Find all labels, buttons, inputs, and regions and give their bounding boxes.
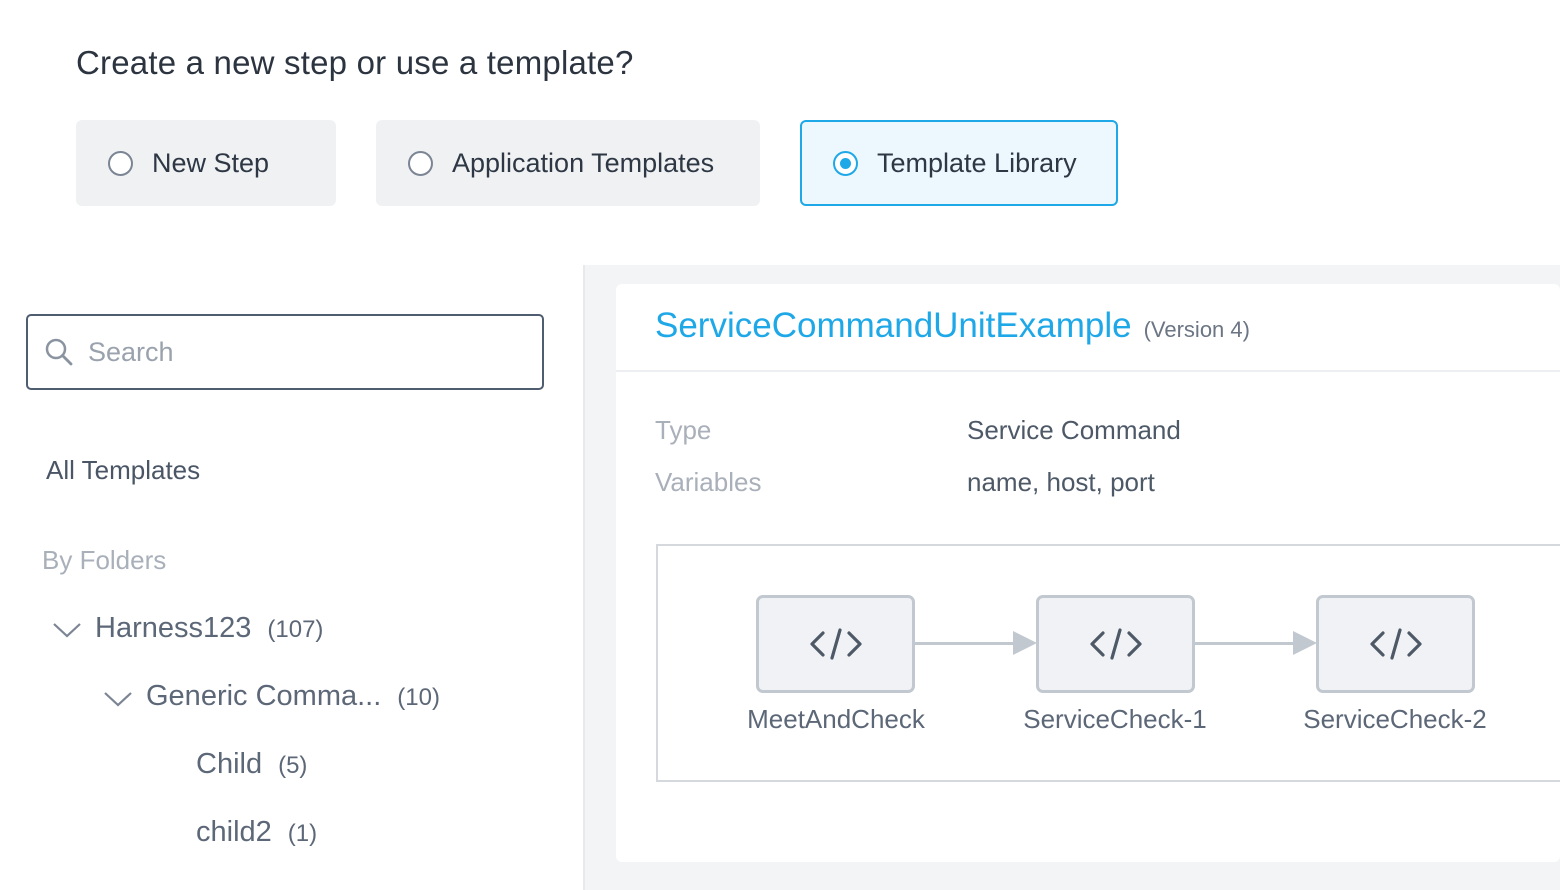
folder-count: (1) <box>287 820 318 847</box>
folder-child2[interactable]: child2 (1) <box>196 816 317 849</box>
option-application-templates-label: Application Templates <box>452 147 715 178</box>
search-icon <box>45 338 73 366</box>
radio-new-step[interactable] <box>108 150 133 176</box>
folder-name: Child <box>196 748 263 780</box>
code-icon <box>809 628 862 660</box>
step-label: MeetAndCheck <box>747 704 925 734</box>
type-label: Type <box>655 415 712 445</box>
folder-child[interactable]: Child (5) <box>196 748 307 781</box>
arrow-icon <box>1293 631 1317 655</box>
chevron-down-icon[interactable] <box>52 620 82 640</box>
folder-name: child2 <box>196 816 272 848</box>
radio-application-templates[interactable] <box>408 150 433 176</box>
folder-count: (5) <box>278 752 308 779</box>
option-template-library[interactable]: Template Library <box>800 120 1118 206</box>
step-label: ServiceCheck-1 <box>1023 704 1207 734</box>
step-label: ServiceCheck-2 <box>1303 704 1487 734</box>
radio-template-library[interactable] <box>833 150 858 176</box>
folder-name: Harness123 <box>95 612 252 644</box>
chevron-down-icon[interactable] <box>103 689 133 709</box>
template-title: ServiceCommandUnitExample (Version 4) <box>655 306 1250 346</box>
option-new-step-label: New Step <box>152 147 270 178</box>
variables-label: Variables <box>655 467 762 497</box>
flow-connector <box>1195 642 1295 645</box>
search-input[interactable] <box>88 336 508 368</box>
option-template-library-label: Template Library <box>877 147 1077 178</box>
step-node-servicecheck-2[interactable] <box>1316 595 1475 693</box>
folder-harness123[interactable]: Harness123 (107) <box>95 612 323 645</box>
code-icon <box>1369 628 1422 660</box>
all-templates-link[interactable]: All Templates <box>46 455 200 486</box>
variables-value: name, host, port <box>967 467 1155 497</box>
folder-name: Generic Comma... <box>146 680 382 712</box>
flow-connector <box>915 642 1015 645</box>
folder-count: (10) <box>397 684 440 711</box>
option-new-step[interactable]: New Step <box>76 120 336 206</box>
option-application-templates[interactable]: Application Templates <box>376 120 760 206</box>
code-icon <box>1089 628 1142 660</box>
divider <box>616 370 1560 372</box>
step-node-meetandcheck[interactable] <box>756 595 915 693</box>
folder-generic-command[interactable]: Generic Comma... (10) <box>146 680 440 713</box>
search-box[interactable] <box>26 314 544 390</box>
arrow-icon <box>1013 631 1037 655</box>
template-name[interactable]: ServiceCommandUnitExample <box>655 306 1132 346</box>
type-value: Service Command <box>967 415 1181 445</box>
template-version: (Version 4) <box>1143 317 1250 342</box>
step-node-servicecheck-1[interactable] <box>1036 595 1195 693</box>
by-folders-heading: By Folders <box>42 545 167 575</box>
folder-count: (107) <box>267 616 324 643</box>
page-title: Create a new step or use a template? <box>76 44 634 81</box>
